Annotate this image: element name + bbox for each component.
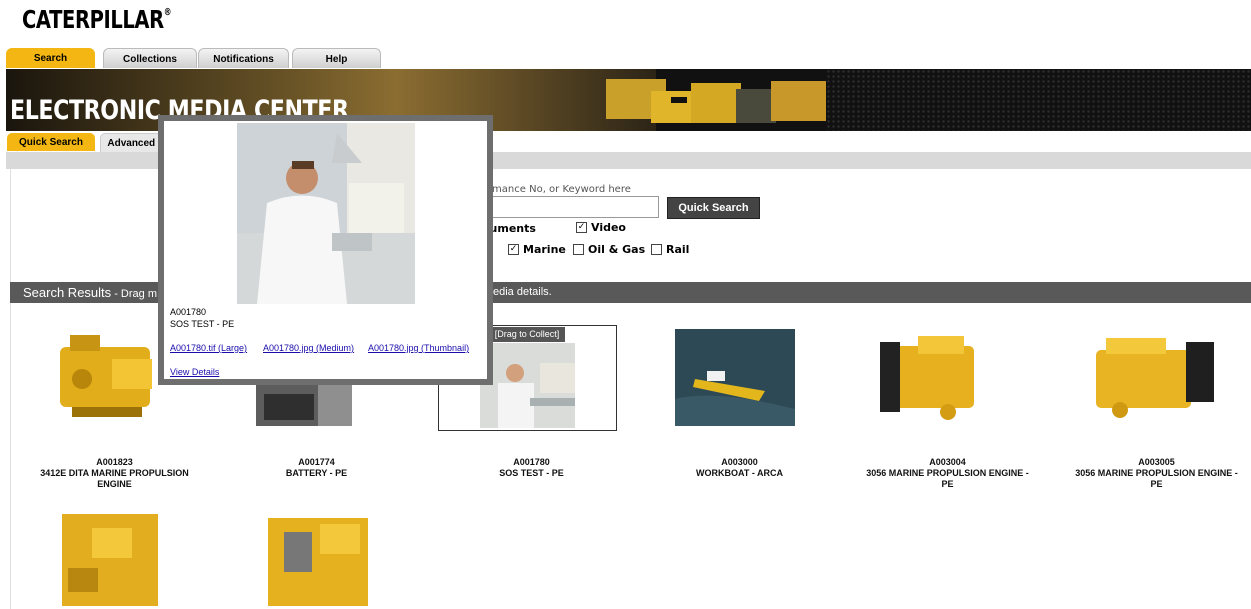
result-thumb-sos-test	[480, 343, 575, 428]
rail-checkbox[interactable]	[651, 244, 662, 255]
result-thumb-engine[interactable]	[52, 329, 162, 427]
filter-marine-label: Marine	[523, 243, 566, 256]
preview-name: SOS TEST - PE	[170, 319, 235, 329]
filter-oil-gas[interactable]: Oil & Gas	[573, 243, 645, 256]
result-id: A001774	[298, 457, 335, 467]
machinery-image	[606, 79, 826, 123]
result-name[interactable]: 3056 MARINE PROPULSION ENGINE - PE	[1074, 468, 1239, 490]
filter-video-label: Video	[591, 221, 626, 234]
filter-video[interactable]: ✓ Video	[576, 221, 626, 234]
search-hint: ormance No, or Keyword here	[482, 184, 631, 195]
result-caption: A001823 3412E DITA MARINE PROPULSION ENGI…	[12, 457, 217, 490]
download-thumbnail-link[interactable]: A001780.jpg (Thumbnail)	[368, 343, 469, 353]
result-caption: A001774 BATTERY - PE	[214, 457, 419, 479]
results-title: Search Results	[23, 285, 112, 300]
result-thumb-engine-7[interactable]	[62, 508, 158, 606]
filter-rail-label: Rail	[666, 243, 690, 256]
results-subtitle: - Drag m	[111, 288, 157, 300]
filter-marine[interactable]: ✓ Marine	[508, 243, 566, 256]
preview-id: A001780	[170, 307, 207, 317]
caterpillar-logo: CATERPILLAR®	[22, 5, 172, 34]
marine-checkbox[interactable]: ✓	[508, 244, 519, 255]
video-checkbox[interactable]: ✓	[576, 222, 587, 233]
result-thumb-engine-8[interactable]	[264, 510, 372, 606]
result-id: A001823	[96, 457, 133, 467]
result-thumb-workboat[interactable]	[675, 329, 795, 426]
download-large-link[interactable]: A001780.tif (Large)	[170, 343, 247, 353]
preview-photo	[237, 123, 415, 304]
quick-search-button[interactable]: Quick Search	[667, 197, 760, 219]
result-name[interactable]: WORKBOAT - ARCA	[637, 468, 842, 479]
result-name[interactable]: BATTERY - PE	[214, 468, 419, 479]
tab-notifications[interactable]: Notifications	[198, 48, 289, 68]
tab-quick-search[interactable]: Quick Search	[7, 133, 95, 151]
oil-gas-checkbox[interactable]	[573, 244, 584, 255]
result-id: A003005	[1138, 457, 1175, 467]
results-hint: edia details.	[493, 286, 552, 298]
download-medium-link[interactable]: A001780.jpg (Medium)	[263, 343, 354, 353]
result-caption: A001780 SOS TEST - PE	[429, 457, 634, 479]
result-caption: A003005 3056 MARINE PROPULSION ENGINE - P…	[1054, 457, 1251, 490]
result-thumb-3056-engine-2[interactable]	[1086, 332, 1216, 424]
search-input[interactable]	[482, 196, 659, 218]
tab-search[interactable]: Search	[6, 48, 95, 68]
result-id: A003004	[929, 457, 966, 467]
result-caption: A003004 3056 MARINE PROPULSION ENGINE - P…	[845, 457, 1050, 490]
tab-collections[interactable]: Collections	[103, 48, 197, 68]
result-id: A001780	[513, 457, 550, 467]
media-preview-popup: A001780 SOS TEST - PE A001780.tif (Large…	[158, 115, 493, 385]
result-name[interactable]: 3056 MARINE PROPULSION ENGINE - PE	[865, 468, 1030, 490]
result-name[interactable]: SOS TEST - PE	[429, 468, 634, 479]
filter-oil-gas-label: Oil & Gas	[588, 243, 646, 256]
result-name[interactable]: 3412E DITA MARINE PROPULSION ENGINE	[40, 468, 190, 490]
result-thumb-battery[interactable]	[256, 384, 352, 426]
tab-help[interactable]: Help	[292, 48, 381, 68]
result-thumb-3056-engine-1[interactable]	[878, 332, 980, 426]
drag-to-collect-label[interactable]: [Drag to Collect]	[489, 327, 565, 342]
result-caption: A003000 WORKBOAT - ARCA	[637, 457, 842, 479]
filter-rail[interactable]: Rail	[651, 243, 689, 256]
result-id: A003000	[721, 457, 758, 467]
view-details-link[interactable]: View Details	[170, 367, 219, 377]
